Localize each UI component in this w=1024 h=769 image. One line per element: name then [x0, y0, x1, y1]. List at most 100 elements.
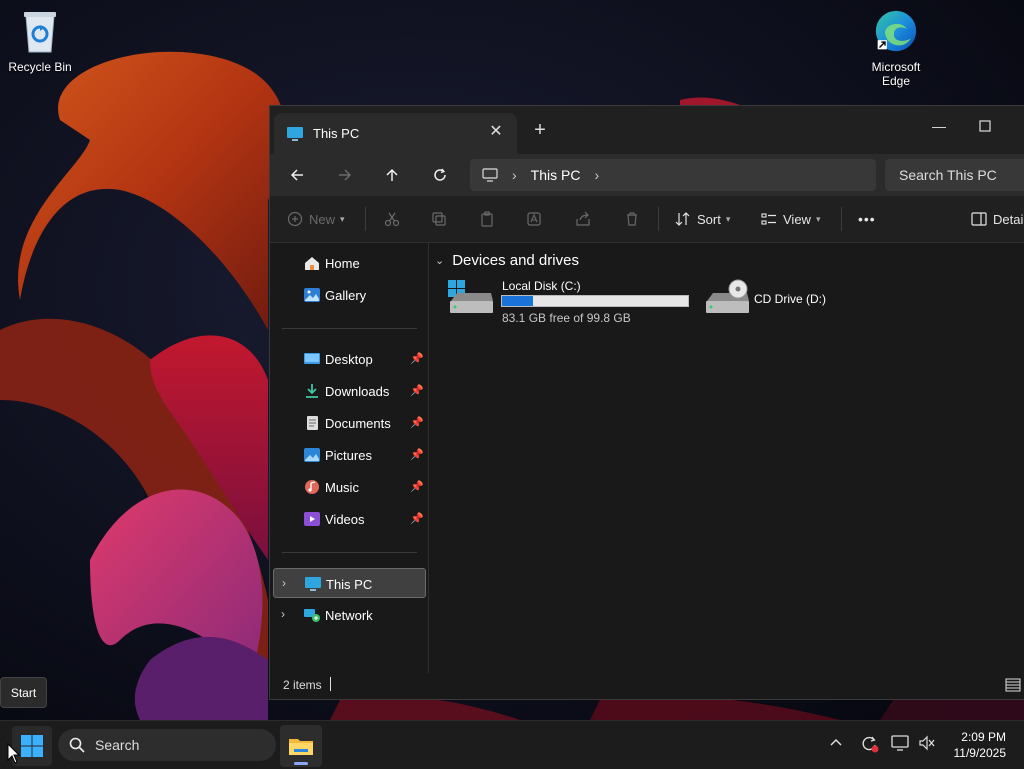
share-button[interactable] [575, 208, 591, 230]
drive-name: Local Disk (C:) [502, 279, 581, 293]
edge-icon [874, 6, 918, 56]
up-button[interactable] [378, 162, 406, 188]
chevron-right-icon[interactable]: › [512, 167, 517, 183]
copy-icon [432, 212, 446, 226]
active-indicator [294, 762, 308, 765]
maximize-icon [979, 120, 991, 132]
storage-usage-fill [502, 296, 534, 306]
home-icon [305, 257, 319, 270]
content-pane: ⌄ Devices and drives Local Disk (C:) 83.… [429, 243, 1024, 673]
more-options-button[interactable]: ••• [858, 208, 876, 230]
pin-icon[interactable]: 📌 [410, 416, 424, 429]
details-view-icon[interactable] [1005, 678, 1021, 692]
group-header[interactable]: ⌄ Devices and drives [435, 252, 579, 269]
chevron-down-icon: ▾ [340, 213, 345, 224]
command-bar: New ▾ Sort ▾ View ▾ ••• Detai [270, 196, 1024, 243]
sidebar-item-music[interactable]: Music 📌 [273, 472, 426, 502]
desktop-icon-recycle-bin[interactable]: Recycle Bin [0, 6, 80, 74]
address-bar[interactable]: › This PC › [470, 159, 876, 191]
update-status-icon[interactable] [860, 735, 880, 756]
volume-icon[interactable] [918, 735, 936, 754]
cut-button[interactable] [384, 208, 400, 230]
forward-button[interactable] [331, 162, 359, 188]
refresh-button[interactable] [426, 162, 454, 188]
minimize-button[interactable]: — [916, 112, 962, 140]
sidebar-item-label: Documents [325, 416, 391, 431]
windows-logo-icon [21, 735, 43, 757]
search-box[interactable]: Search This PC [885, 159, 1024, 191]
taskbar-search-label: Search [95, 737, 140, 753]
pin-icon[interactable]: 📌 [410, 384, 424, 397]
sort-icon [675, 212, 690, 226]
new-button[interactable]: New ▾ [287, 208, 345, 230]
tab-this-pc[interactable]: This PC ✕ [274, 113, 517, 154]
sidebar-item-downloads[interactable]: Downloads 📌 [273, 376, 426, 406]
new-label: New [309, 211, 336, 227]
divider [841, 207, 842, 231]
network-status-icon[interactable] [891, 735, 909, 754]
sidebar-item-label: Downloads [325, 384, 390, 399]
search-icon [69, 737, 85, 753]
sidebar-item-home[interactable]: Home [273, 248, 426, 278]
sidebar-item-videos[interactable]: Videos 📌 [273, 504, 426, 534]
sort-label: Sort [697, 211, 721, 227]
breadcrumb[interactable]: This PC [531, 167, 581, 183]
arrow-up-icon [386, 168, 398, 181]
navigation-bar: › This PC › Search This PC [270, 154, 1024, 196]
network-icon [304, 609, 320, 622]
pin-icon[interactable]: 📌 [410, 512, 424, 525]
sidebar-item-this-pc[interactable]: › This PC [273, 568, 426, 598]
clock-time: 2:09 PM [961, 730, 1006, 744]
paste-button[interactable] [479, 208, 495, 230]
download-icon [306, 384, 318, 398]
copy-button[interactable] [431, 208, 447, 230]
pictures-icon [304, 448, 320, 462]
rename-button[interactable] [526, 208, 542, 230]
chevron-right-icon[interactable]: › [594, 167, 599, 183]
show-hidden-icons-button[interactable] [830, 735, 842, 750]
close-tab-icon[interactable]: ✕ [489, 124, 503, 140]
arrow-right-icon [339, 169, 352, 181]
music-icon [305, 480, 319, 494]
back-button[interactable] [283, 162, 311, 188]
sort-button[interactable]: Sort ▾ [675, 208, 730, 230]
sidebar-item-desktop[interactable]: Desktop 📌 [273, 344, 426, 374]
start-tooltip: Start [0, 677, 47, 708]
pin-icon[interactable]: 📌 [410, 448, 424, 461]
scissors-icon [384, 212, 400, 227]
sidebar-item-label: Desktop [325, 352, 373, 367]
pin-icon[interactable]: 📌 [410, 352, 424, 365]
system-clock[interactable]: 2:09 PM 11/9/2025 [954, 729, 1007, 761]
pin-icon[interactable]: 📌 [410, 480, 424, 493]
desktop-icon-edge[interactable]: Microsoft Edge [856, 6, 936, 88]
sync-alert-icon [862, 736, 879, 753]
speaker-muted-icon [919, 735, 935, 751]
clipboard-icon [481, 211, 493, 227]
details-pane-button[interactable]: Detai [971, 208, 1023, 230]
taskbar-search[interactable]: Search [58, 729, 276, 761]
desktop-folder-icon [304, 353, 320, 364]
maximize-button[interactable] [962, 112, 1008, 140]
group-title: Devices and drives [452, 252, 579, 269]
ethernet-icon [891, 735, 909, 751]
divider [282, 328, 417, 329]
sidebar-item-network[interactable]: › Network [273, 600, 426, 630]
chevron-right-icon[interactable]: › [281, 607, 285, 621]
mouse-cursor-icon [7, 743, 21, 764]
view-button[interactable]: View ▾ [761, 208, 820, 230]
sidebar-item-label: Videos [325, 512, 365, 527]
sidebar-item-pictures[interactable]: Pictures 📌 [273, 440, 426, 470]
details-label: Detai [993, 211, 1024, 227]
divider [658, 207, 659, 231]
sidebar-item-documents[interactable]: Documents 📌 [273, 408, 426, 438]
new-tab-button[interactable]: + [530, 120, 550, 140]
desktop-icon-label: Microsoft Edge [871, 60, 921, 88]
gallery-icon [304, 288, 320, 302]
chevron-right-icon[interactable]: › [282, 576, 286, 590]
details-pane-icon [971, 212, 987, 226]
sidebar-item-gallery[interactable]: Gallery [273, 280, 426, 310]
taskbar-file-explorer[interactable] [280, 725, 322, 767]
status-bar: 2 items [270, 673, 1024, 699]
divider [365, 207, 366, 231]
delete-button[interactable] [624, 208, 640, 230]
